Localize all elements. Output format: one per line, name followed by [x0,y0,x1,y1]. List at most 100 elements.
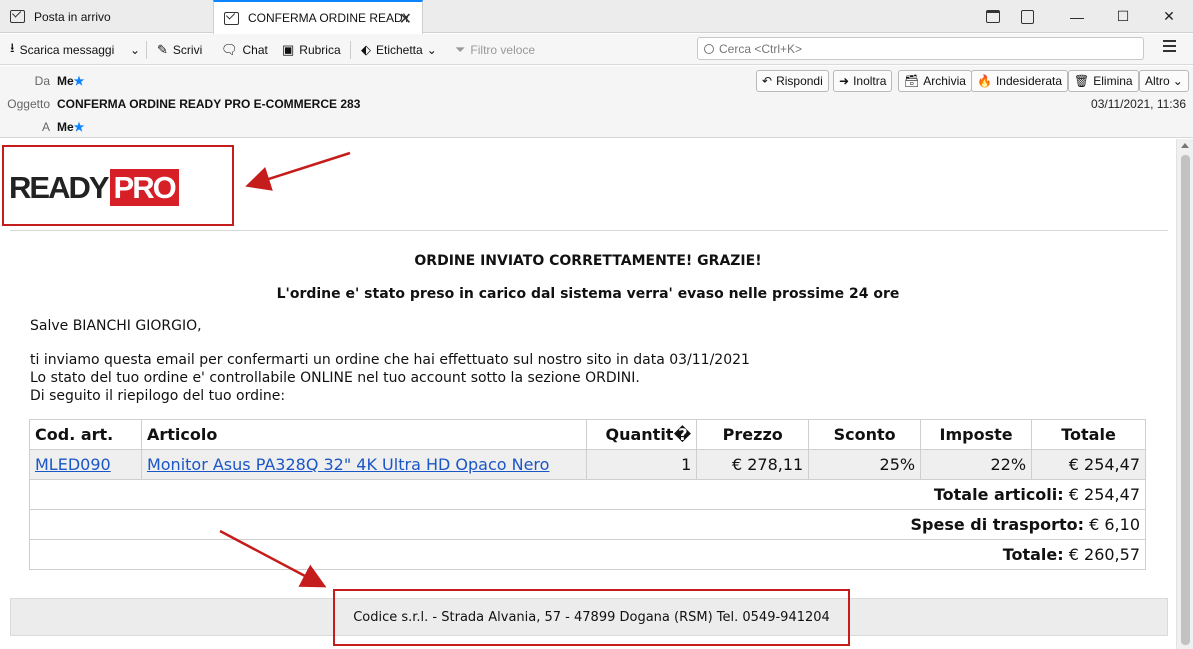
tab-inbox[interactable]: Posta in arrivo [0,0,212,33]
quick-filter-label: Filtro veloce [470,43,536,57]
body-line: Di seguito il riepilogo del tuo ordine: [30,388,286,404]
trash-icon: 🗑 [1074,74,1090,88]
junk-icon: 🔥 [977,74,992,88]
item-discount: 25% [808,449,922,480]
from-label: Da [34,74,50,88]
maximize-button[interactable]: ☐ [1100,0,1146,33]
tab-message-label: CONFERMA ORDINE READY PRO E-COMMERCE 283 [248,11,408,25]
tag-icon: ⬖ [361,42,371,57]
item-article-link[interactable]: Monitor Asus PA328Q 32" 4K Ultra HD Opac… [147,455,550,474]
to-label: A [41,120,50,134]
table-row: MLED090 Monitor Asus PA328Q 32" 4K Ultra… [29,449,1146,480]
hamburger-menu-icon[interactable] [1163,40,1176,55]
chat-label: Chat [242,43,268,57]
item-total: € 254,47 [1031,449,1146,480]
minimize-button[interactable]: — [1054,0,1100,33]
get-messages-button[interactable]: ⭳ Scarica messaggi [10,39,114,61]
search-icon [704,43,714,54]
junk-button[interactable]: 🔥 Indesiderata [971,70,1068,92]
order-title: ORDINE INVIATO CORRETTAMENTE! GRAZIE! [414,253,762,269]
tab-message[interactable]: CONFERMA ORDINE READY PRO E-COMMERCE 283… [213,0,423,34]
col-code: Cod. art. [29,419,142,450]
summary-value: € 260,57 [1068,545,1140,564]
star-icon[interactable]: ★ [74,74,85,88]
logo-pro-text: PRO [109,169,179,206]
forward-icon: ➜ [839,74,850,88]
forward-button[interactable]: ➜ Inoltra [833,70,893,92]
toolbar-divider [350,41,351,59]
logo-ready-text: READY [9,169,110,205]
col-discount: Sconto [808,419,922,450]
archive-button[interactable]: 🗃 Archivia [898,70,972,92]
reply-icon: ↶ [762,74,773,88]
footer-text: Codice s.r.l. - Strada Alvania, 57 - 478… [353,610,830,625]
reply-label: Rispondi [776,74,823,88]
envelope-icon [224,11,239,25]
summary-label: Totale: [1002,545,1064,564]
minimize-icon: — [1070,8,1084,25]
to-value[interactable]: Me★ [57,120,84,134]
download-icon: ⭳ [10,40,15,55]
chat-button[interactable]: 🗨 Chat [221,39,268,61]
address-book-button[interactable]: ▣ Rubrica [282,39,341,61]
col-total: Totale [1031,419,1146,450]
col-tax: Imposte [920,419,1033,450]
tag-button[interactable]: ⬖ Etichetta ⌄ [361,39,437,61]
write-label: Scrivi [172,43,203,57]
summary-row: Spese di trasporto: € 6,10 [29,509,1146,540]
greeting: Salve BIANCHI GIORGIO, [30,318,202,334]
get-messages-dropdown[interactable]: ⌄ [130,39,140,61]
table-header-row: Cod. art. Articolo Quantit� Prezzo Scont… [29,419,1146,450]
summary-label: Spese di trasporto: [910,515,1085,534]
vertical-scrollbar[interactable] [1176,139,1193,649]
maximize-icon: ☐ [1116,8,1130,24]
from-value[interactable]: Me★ [57,74,84,88]
junk-label: Indesiderata [995,74,1062,88]
item-tax: 22% [920,449,1033,480]
search-input[interactable]: Cerca <Ctrl+K> [697,37,1144,60]
scroll-thumb[interactable] [1181,155,1190,645]
quick-filter-button[interactable]: ⏷ Filtro veloce [455,39,535,61]
delete-button[interactable]: 🗑 Elimina [1068,70,1139,92]
search-placeholder: Cerca <Ctrl+K> [719,41,803,56]
ready-pro-logo: READY PRO [9,169,179,206]
toolbar-divider [146,41,147,59]
write-button[interactable]: ✎ Scrivi [157,39,202,61]
body-line: ti inviamo questa email per confermarti … [30,352,750,368]
subject-label: Oggetto [7,97,50,111]
summary-row: Totale articoli: € 254,47 [29,479,1146,510]
title-bar: Posta in arrivo CONFERMA ORDINE READY PR… [0,0,1193,34]
more-button[interactable]: Altro ⌄ [1139,70,1189,92]
item-code-cell: MLED090 [29,449,142,480]
archive-label: Archivia [923,74,966,88]
col-article: Articolo [140,419,588,450]
divider [10,230,1168,231]
forward-label: Inoltra [853,74,887,88]
item-price: € 278,11 [696,449,810,480]
archive-icon: 🗃 [904,74,920,88]
star-icon[interactable]: ★ [74,120,85,134]
address-book-icon: ▣ [282,42,295,57]
summary-value: € 6,10 [1089,515,1140,534]
scroll-up-icon[interactable] [1181,143,1189,148]
col-qty: Quantit� [586,419,698,450]
order-table: Cod. art. Articolo Quantit� Prezzo Scont… [29,419,1146,570]
item-article-cell: Monitor Asus PA328Q 32" 4K Ultra HD Opac… [140,449,588,480]
chevron-down-icon: ⌄ [1172,74,1183,88]
tasks-button[interactable] [1004,0,1050,33]
tab-inbox-label: Posta in arrivo [34,9,111,24]
message-header: Da Me★ Oggetto CONFERMA ORDINE READY PRO… [0,66,1193,138]
close-tab-icon[interactable]: ✕ [399,9,412,29]
window-close-button[interactable]: ✕ [1146,0,1192,33]
get-messages-label: Scarica messaggi [19,43,115,57]
item-code-link[interactable]: MLED090 [35,455,111,474]
tag-label: Etichetta [376,43,423,57]
pencil-icon: ✎ [157,42,168,57]
chat-icon: 🗨 [221,42,238,57]
message-body: READY PRO ORDINE INVIATO CORRETTAMENTE! … [0,139,1176,649]
col-price: Prezzo [696,419,810,450]
footer-annotation-box: Codice s.r.l. - Strada Alvania, 57 - 478… [333,589,850,646]
arrow-to-logo [245,151,351,191]
body-text: ti inviamo questa email per confermarti … [30,351,750,405]
reply-button[interactable]: ↶ Rispondi [756,70,829,92]
